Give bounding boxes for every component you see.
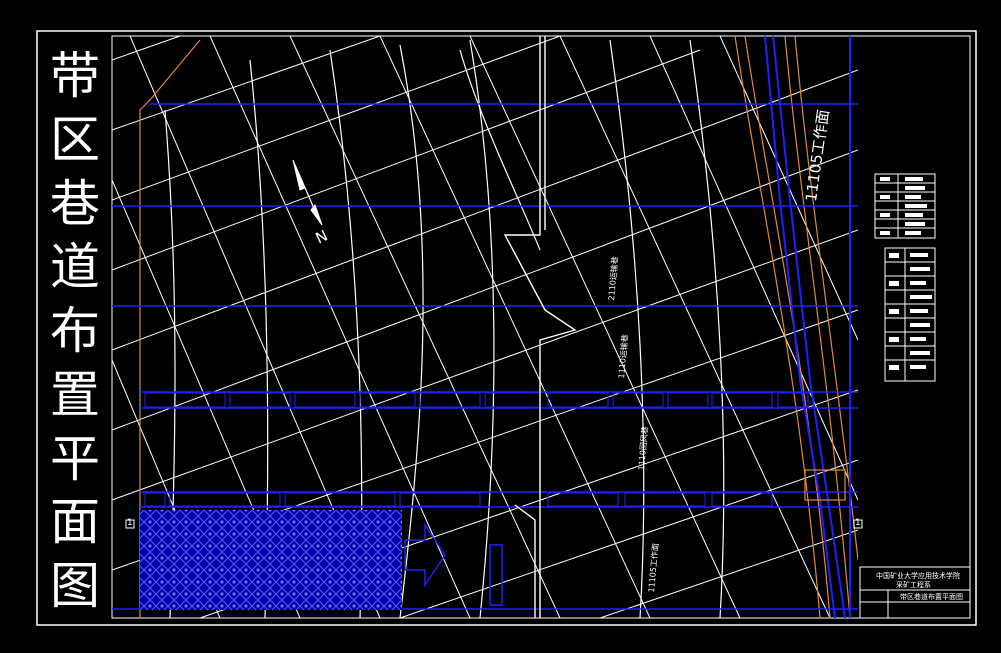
title-char: 置 (50, 365, 100, 424)
title-char: 布 (50, 302, 100, 360)
legend-table-1 (874, 173, 936, 239)
title-char: 巷 (50, 174, 100, 233)
drawing-sheet (36, 30, 977, 626)
title-char: 带 (50, 47, 100, 105)
section-marker-label: 1 (855, 518, 861, 528)
title-char: 区 (50, 110, 100, 169)
north-arrow (292, 159, 323, 226)
title-block-department: 采矿工程系 (896, 581, 931, 589)
title-char: 平 (50, 429, 100, 488)
title-char: 图 (50, 557, 100, 615)
title-char: 道 (50, 238, 100, 297)
small-roadway-block (489, 544, 503, 606)
goaf-area (140, 510, 402, 610)
title-block-drawing-name: 带区巷道布置平面图 (900, 593, 963, 601)
drawing-title: 带 区 巷 道 布 置 平 面 图 (40, 40, 110, 622)
legend-table-2 (884, 247, 936, 382)
title-char: 面 (50, 493, 100, 552)
section-marker-label: 1 (127, 518, 133, 528)
advance-arrow (404, 522, 446, 588)
main-roadways (764, 36, 851, 618)
plan-drawing (112, 36, 858, 618)
